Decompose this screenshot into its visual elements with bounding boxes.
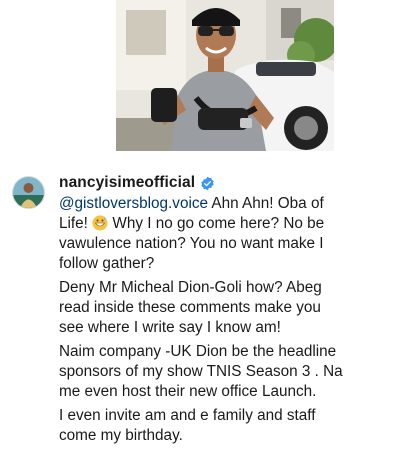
comment-text: read inside these comments make you: [59, 299, 321, 316]
username[interactable]: nancyisimeofficial: [59, 174, 195, 192]
comment-text: I even invite am and e family and staff: [59, 407, 316, 424]
mention-link[interactable]: @gistloversblog.voice: [59, 195, 208, 212]
comment-paragraph-2: Deny Mr Micheal Dion-Goli how? Abeg read…: [59, 278, 404, 338]
comment-paragraph-3: Naim company -UK Dion be the headline sp…: [59, 342, 404, 402]
comment-body: nancyisimeofficial @gistloversblog.voice…: [59, 172, 404, 450]
comment-text: sponsors of my show TNIS Season 3 . Na: [59, 363, 343, 380]
grinning-sweat-emoji: [92, 215, 108, 231]
comment-paragraph-4: I even invite am and e family and staff …: [59, 406, 404, 446]
comment-header: nancyisimeofficial: [59, 172, 404, 194]
avatar[interactable]: [12, 176, 45, 209]
photo-image: [116, 0, 334, 151]
comment-text: see where I write say I know am!: [59, 319, 281, 336]
comment-text: Life!: [59, 215, 88, 232]
comment-text: Why I no go come here? No be: [112, 215, 325, 232]
comment-paragraph-1: @gistloversblog.voice Ahn Ahn! Oba of Li…: [59, 194, 404, 274]
comment-text: Ahn Ahn! Oba of: [208, 195, 324, 212]
verified-badge-icon: [201, 176, 214, 190]
comment-text: me even host their new office Launch.: [59, 383, 317, 400]
comment-text: come my birthday.: [59, 427, 183, 444]
comment-text: Naim company -UK Dion be the headline: [59, 343, 337, 360]
comment-text: follow gather?: [59, 255, 155, 272]
comment-text: Deny Mr Micheal Dion-Goli how? Abeg: [59, 279, 322, 296]
comment-text: vawulence nation? You no want make I: [59, 235, 324, 252]
post-photo: [116, 0, 334, 151]
